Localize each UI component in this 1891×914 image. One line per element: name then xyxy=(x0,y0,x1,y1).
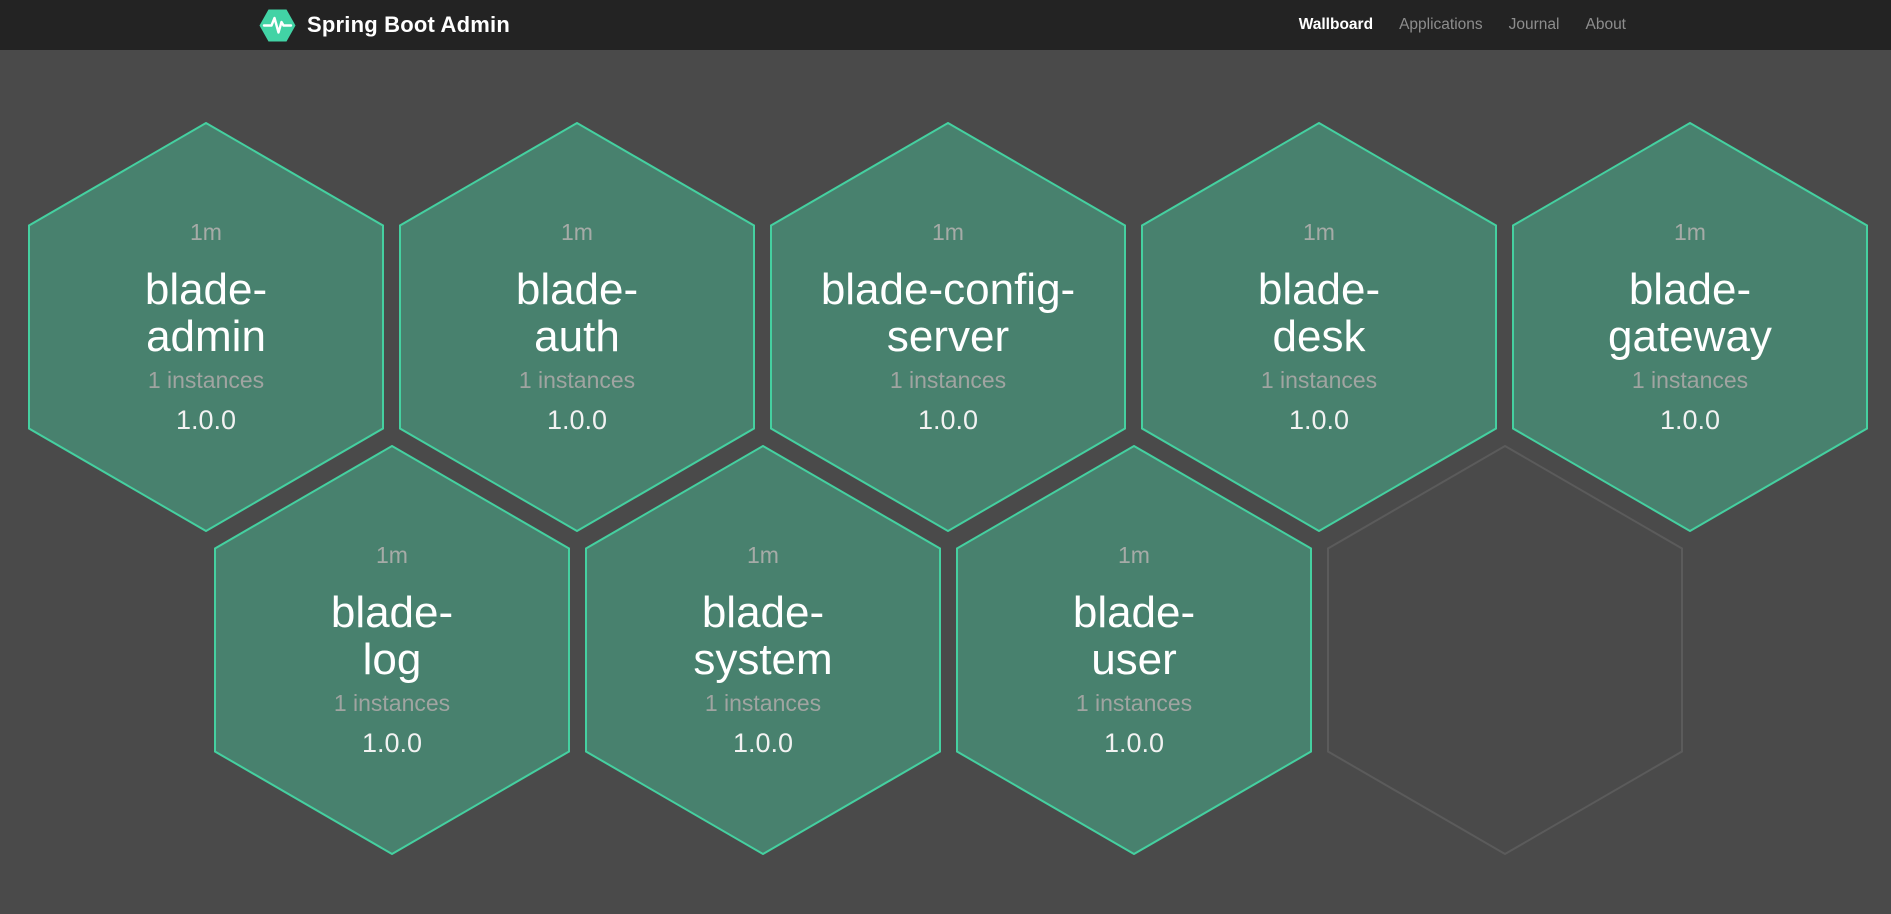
app-version: 1.0.0 xyxy=(362,729,422,757)
app-hexagon-content: 1m blade- log 1 instances 1.0.0 xyxy=(214,445,570,855)
app-uptime: 1m xyxy=(932,218,964,246)
app-version: 1.0.0 xyxy=(1660,406,1720,434)
app-hexagon[interactable]: 1m blade- log 1 instances 1.0.0 xyxy=(214,445,570,855)
app-name: blade- admin xyxy=(145,266,267,360)
empty-hexagon xyxy=(1327,445,1683,855)
app-instances: 1 instances xyxy=(334,689,450,717)
nav-item-about[interactable]: About xyxy=(1585,16,1626,34)
app-uptime: 1m xyxy=(190,218,222,246)
app-instances: 1 instances xyxy=(1261,366,1377,394)
app-instances: 1 instances xyxy=(148,366,264,394)
app-hexagon[interactable]: 1m blade- user 1 instances 1.0.0 xyxy=(956,445,1312,855)
nav-item-journal[interactable]: Journal xyxy=(1509,16,1560,34)
nav-item-wallboard[interactable]: Wallboard xyxy=(1299,16,1373,34)
app-instances: 1 instances xyxy=(890,366,1006,394)
brand-link[interactable]: Spring Boot Admin xyxy=(259,0,510,50)
app-uptime: 1m xyxy=(376,541,408,569)
app-name: blade- log xyxy=(331,589,453,683)
app-uptime: 1m xyxy=(1118,541,1150,569)
app-hexagon[interactable]: 1m blade- system 1 instances 1.0.0 xyxy=(585,445,941,855)
app-title: Spring Boot Admin xyxy=(307,12,510,38)
app-name: blade- gateway xyxy=(1608,266,1772,360)
app-hexagon-content: 1m blade- system 1 instances 1.0.0 xyxy=(585,445,941,855)
app-version: 1.0.0 xyxy=(733,729,793,757)
app-name: blade- auth xyxy=(516,266,638,360)
wallboard: 1m blade- admin 1 instances 1.0.0 1m blade- a… xyxy=(0,50,1891,914)
app-uptime: 1m xyxy=(747,541,779,569)
app-name: blade- desk xyxy=(1258,266,1380,360)
app-uptime: 1m xyxy=(561,218,593,246)
app-version: 1.0.0 xyxy=(547,406,607,434)
app-name: blade-config- server xyxy=(821,266,1075,360)
app-name: blade- system xyxy=(693,589,832,683)
app-version: 1.0.0 xyxy=(1104,729,1164,757)
app-version: 1.0.0 xyxy=(1289,406,1349,434)
app-version: 1.0.0 xyxy=(176,406,236,434)
app-instances: 1 instances xyxy=(1632,366,1748,394)
hexagon-pulse-icon xyxy=(259,9,296,42)
app-uptime: 1m xyxy=(1674,218,1706,246)
app-instances: 1 instances xyxy=(705,689,821,717)
spring-boot-admin-window: Spring Boot Admin Wallboard Applications… xyxy=(0,0,1891,914)
top-bar: Spring Boot Admin Wallboard Applications… xyxy=(0,0,1891,50)
app-instances: 1 instances xyxy=(1076,689,1192,717)
app-version: 1.0.0 xyxy=(918,406,978,434)
main-nav: Wallboard Applications Journal About xyxy=(1299,0,1626,50)
nav-item-applications[interactable]: Applications xyxy=(1399,16,1483,34)
app-instances: 1 instances xyxy=(519,366,635,394)
hexagon-shape-icon xyxy=(1327,445,1683,855)
app-uptime: 1m xyxy=(1303,218,1335,246)
app-name: blade- user xyxy=(1073,589,1195,683)
app-hexagon-content: 1m blade- user 1 instances 1.0.0 xyxy=(956,445,1312,855)
